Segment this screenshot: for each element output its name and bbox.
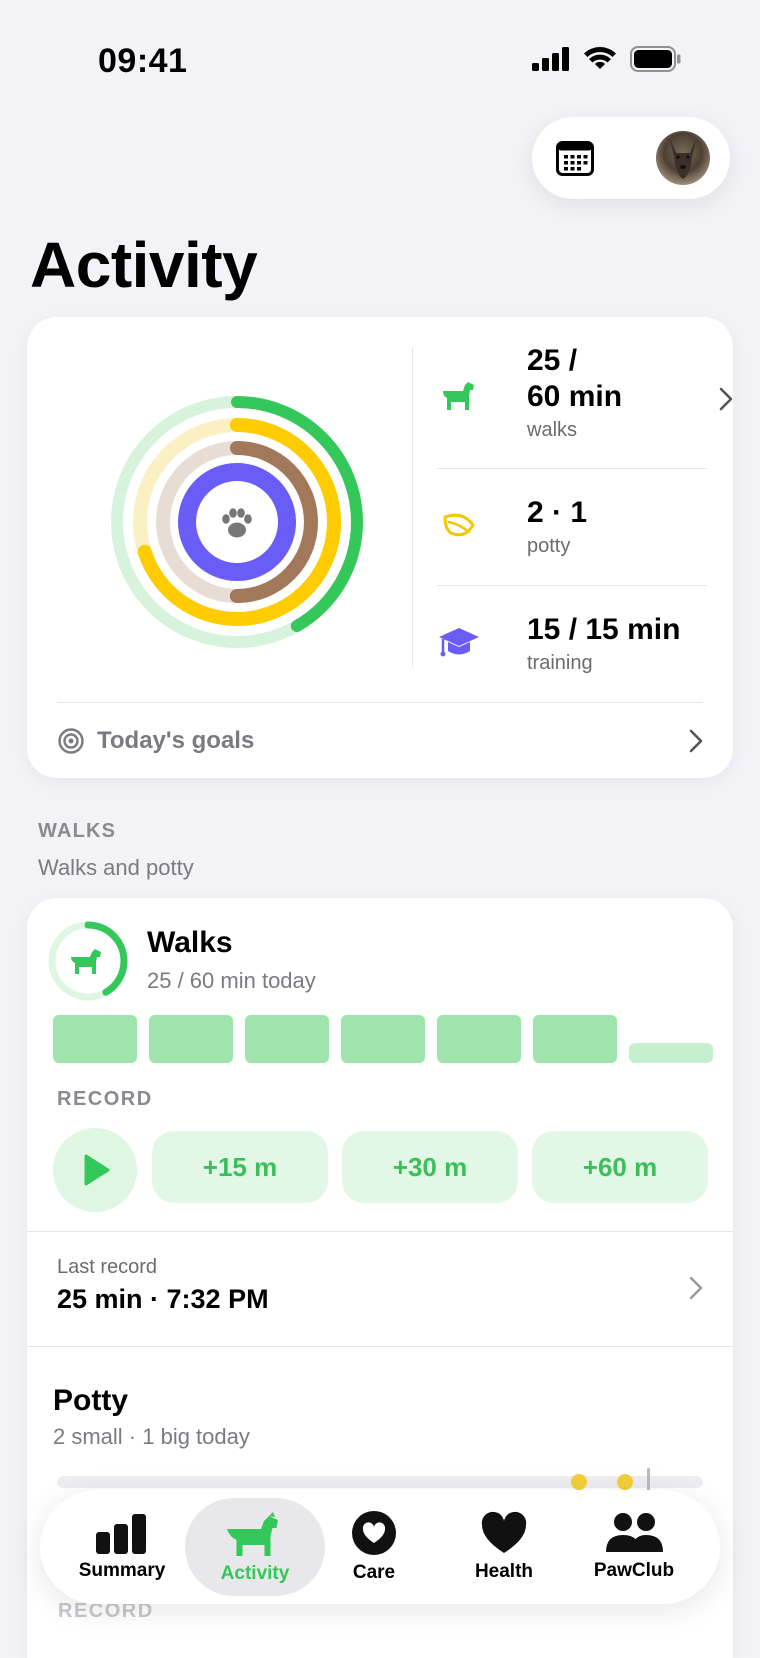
potty-event-dot	[571, 1474, 587, 1490]
status-time: 09:41	[98, 42, 188, 80]
graduation-cap-icon	[439, 628, 479, 657]
walks-title: Walks	[147, 926, 233, 959]
tab-label: PawClub	[593, 1560, 675, 1581]
potty-event-dot	[617, 1474, 633, 1490]
leaf-icon	[443, 513, 475, 537]
walks-bar	[149, 1015, 233, 1063]
walks-subtitle: 25 / 60 min today	[147, 968, 316, 993]
divider	[412, 347, 413, 667]
walks-bar	[245, 1015, 329, 1063]
target-icon	[58, 728, 84, 754]
tab-label: Care	[352, 1562, 396, 1583]
section-caption: WALKS	[38, 820, 117, 842]
walks-bar	[533, 1015, 617, 1063]
training-value: 15 / 15 min	[527, 613, 681, 646]
tab-label: Activity	[220, 1563, 290, 1584]
tab-health[interactable]: Health	[440, 1490, 568, 1604]
add-60-min-button[interactable]: +60 m	[532, 1131, 708, 1203]
divider	[437, 468, 707, 469]
activity-rings	[111, 396, 363, 648]
dog-photo	[670, 139, 696, 179]
wifi-icon	[584, 47, 616, 69]
walks-bar-chart	[53, 1015, 713, 1063]
potty-timeline	[57, 1476, 703, 1488]
potty-title: Potty	[53, 1384, 128, 1417]
tab-pawclub[interactable]: PawClub	[570, 1490, 698, 1604]
dog-icon	[71, 949, 101, 974]
calendar-icon[interactable]	[556, 139, 594, 177]
last-record-label: Last record	[57, 1256, 158, 1278]
tab-bar: Summary Activity Care Health PawClub	[40, 1490, 720, 1604]
play-icon	[84, 1154, 110, 1186]
todays-goals-label: Today's goals	[97, 727, 255, 754]
walks-value-2: 60 min	[527, 380, 623, 413]
heart-icon	[481, 1511, 527, 1553]
training-label: training	[527, 652, 593, 674]
chevron-right-icon	[689, 1276, 703, 1300]
dog-icon	[443, 382, 474, 410]
divider	[27, 1231, 733, 1232]
stat-potty[interactable]: 2 · 1 potty	[437, 495, 707, 565]
dog-icon	[227, 1512, 278, 1556]
todays-goals-row[interactable]: Today's goals	[57, 727, 254, 755]
people-icon	[606, 1513, 663, 1552]
walks-bar	[341, 1015, 425, 1063]
section-description: Walks and potty	[38, 855, 194, 880]
battery-icon	[630, 46, 681, 72]
heart-circle-icon	[352, 1511, 396, 1555]
stat-training[interactable]: 15 / 15 min training	[437, 612, 707, 682]
last-record-value: 25 min · 7:32 PM	[57, 1284, 269, 1314]
potty-value: 2 · 1	[527, 496, 588, 529]
stat-walks[interactable]: 25 / 60 min walks	[437, 343, 733, 443]
start-walk-button[interactable]	[53, 1128, 137, 1212]
divider	[27, 1346, 733, 1347]
status-bar: 09:41	[0, 0, 760, 110]
potty-label: potty	[527, 535, 571, 557]
tab-label: Summary	[78, 1560, 166, 1581]
walks-label: walks	[527, 419, 578, 441]
divider	[437, 585, 707, 586]
walks-value-1: 25 /	[527, 344, 578, 377]
top-actions	[532, 117, 730, 199]
divider	[57, 702, 703, 703]
tab-activity[interactable]: Activity	[185, 1498, 325, 1596]
walks-progress-ring	[48, 921, 128, 1001]
activity-summary-card[interactable]: 25 / 60 min walks 2 · 1 potty 15 / 15 mi…	[27, 317, 733, 778]
tab-summary[interactable]: Summary	[58, 1490, 186, 1604]
walks-section-header: WALKS Walks and potty	[38, 820, 194, 881]
add-15-min-button[interactable]: +15 m	[152, 1131, 328, 1203]
tab-label: Health	[474, 1561, 534, 1582]
walks-bar	[629, 1043, 713, 1063]
walks-bar	[437, 1015, 521, 1063]
cellular-signal-icon	[532, 47, 569, 71]
status-icons	[532, 46, 682, 72]
avatar[interactable]	[656, 131, 710, 185]
bar-chart-icon	[96, 1514, 146, 1554]
tab-care[interactable]: Care	[310, 1490, 438, 1604]
chevron-right-icon	[719, 387, 733, 411]
page-title: Activity	[30, 229, 258, 301]
walks-bar	[53, 1015, 137, 1063]
chevron-right-icon	[689, 729, 703, 753]
add-30-min-button[interactable]: +30 m	[342, 1131, 518, 1203]
record-caption: RECORD	[57, 1088, 153, 1110]
potty-subtitle: 2 small · 1 big today	[53, 1424, 250, 1449]
